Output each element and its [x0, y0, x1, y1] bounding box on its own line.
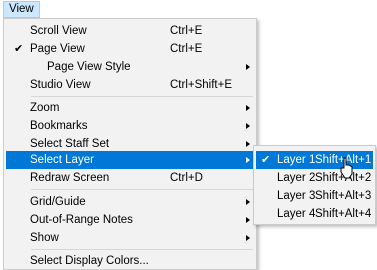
submenu-item-layer-1[interactable]: ✔ Layer 1 Shift+Alt+1 [256, 151, 373, 169]
submenu-arrow-icon [246, 105, 250, 111]
menu-item-label: Select Layer [30, 154, 94, 166]
checkmark-icon: ✔ [261, 154, 271, 166]
menu-item-select-display-colors[interactable]: Select Display Colors... [6, 252, 254, 270]
submenu-item-layer-2[interactable]: Layer 2 Shift+Alt+2 [256, 169, 373, 187]
submenu-item-shortcut: Shift+Alt+3 [315, 190, 372, 202]
menu-item-page-view[interactable]: ✔ Page View Ctrl+E [6, 40, 254, 58]
submenu-item-label: Layer 2 [277, 172, 316, 184]
submenu-item-label: Layer 3 [277, 190, 316, 202]
menu-item-label: Zoom [30, 102, 60, 114]
submenu-item-label: Layer 4 [277, 208, 316, 220]
menu-item-label: Select Staff Set [30, 138, 110, 150]
menu-item-label: Redraw Screen [30, 172, 110, 184]
menu-item-label: Grid/Guide [30, 196, 86, 208]
menu-item-scroll-view[interactable]: Scroll View Ctrl+E [6, 22, 254, 40]
menu-separator [31, 249, 253, 250]
menu-item-show[interactable]: Show [6, 229, 254, 247]
menu-item-out-of-range-notes[interactable]: Out-of-Range Notes [6, 211, 254, 229]
menu-bar: View [0, 0, 377, 19]
menu-item-shortcut: Ctrl+E [170, 25, 203, 37]
mouse-cursor-icon [340, 157, 353, 179]
submenu-arrow-icon [246, 141, 250, 147]
submenu-arrow-icon [246, 64, 250, 70]
submenu-item-layer-3[interactable]: Layer 3 Shift+Alt+3 [256, 187, 373, 205]
menu-item-label: Page View Style [47, 61, 131, 73]
menu-item-shortcut: Ctrl+E [170, 43, 203, 55]
menu-item-redraw-screen[interactable]: Redraw Screen Ctrl+D [6, 169, 254, 187]
view-menu: Scroll View Ctrl+E ✔ Page View Ctrl+E Pa… [3, 18, 257, 270]
menu-item-label: Out-of-Range Notes [30, 214, 133, 226]
submenu-arrow-icon [246, 235, 250, 241]
menu-item-label: Show [30, 232, 59, 244]
menu-item-label: Page View [30, 43, 85, 55]
menu-item-label: Scroll View [30, 25, 87, 37]
menu-separator [31, 189, 253, 190]
menu-item-bookmarks[interactable]: Bookmarks [6, 117, 254, 135]
submenu-item-label: Layer 1 [277, 154, 316, 166]
submenu-item-layer-4[interactable]: Layer 4 Shift+Alt+4 [256, 205, 373, 223]
submenu-arrow-icon [246, 217, 250, 223]
menu-item-shortcut: Ctrl+D [170, 172, 203, 184]
menu-item-label: Studio View [30, 79, 91, 91]
menu-item-label: Bookmarks [30, 120, 88, 132]
submenu-arrow-icon [246, 123, 250, 129]
menu-item-grid-guide[interactable]: Grid/Guide [6, 193, 254, 211]
menu-item-shortcut: Ctrl+Shift+E [170, 79, 232, 91]
checkmark-icon: ✔ [14, 43, 24, 55]
menu-item-select-layer[interactable]: Select Layer [6, 151, 254, 169]
submenu-arrow-icon [246, 199, 250, 205]
menu-item-studio-view[interactable]: Studio View Ctrl+Shift+E [6, 76, 254, 94]
menu-item-zoom[interactable]: Zoom [6, 99, 254, 117]
menu-view[interactable]: View [3, 1, 40, 18]
submenu-item-shortcut: Shift+Alt+4 [315, 208, 372, 220]
select-layer-submenu: ✔ Layer 1 Shift+Alt+1 Layer 2 Shift+Alt+… [253, 145, 376, 225]
menu-separator [31, 96, 253, 97]
menu-item-page-view-style[interactable]: Page View Style [6, 58, 254, 76]
submenu-arrow-icon [246, 157, 250, 163]
